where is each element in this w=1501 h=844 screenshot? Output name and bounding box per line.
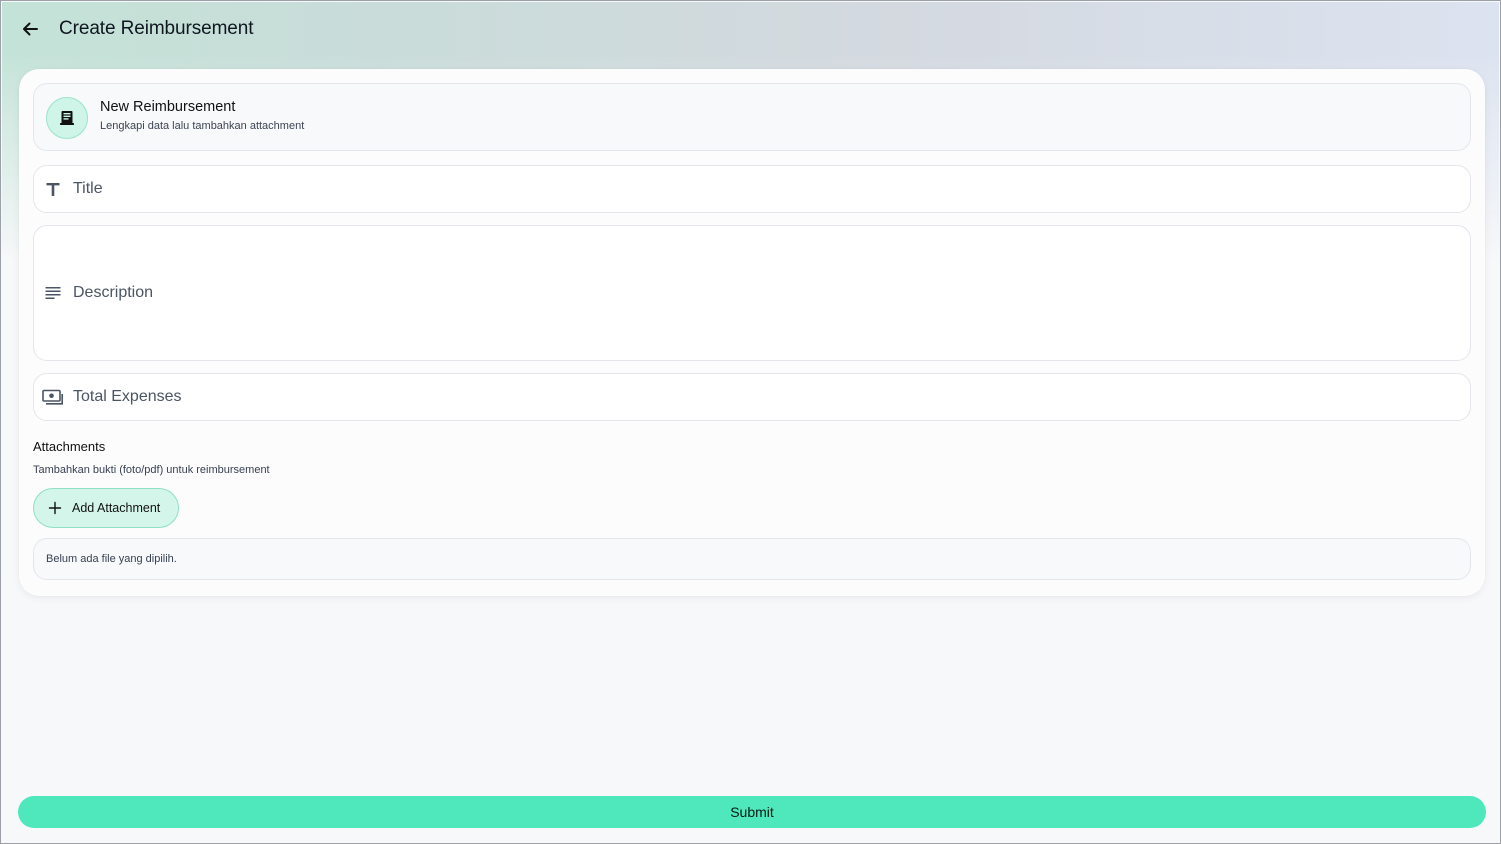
form-card: New Reimbursement Lengkapi data lalu tam…: [19, 69, 1485, 596]
empty-files-text: Belum ada file yang dipilih.: [46, 553, 177, 565]
submit-button[interactable]: Submit: [18, 796, 1486, 828]
intro-title: New Reimbursement: [100, 99, 236, 115]
description-field[interactable]: Description: [33, 225, 1471, 361]
app-frame: Create Reimbursement New Reimbursement L…: [0, 0, 1501, 844]
app-header: Create Reimbursement: [19, 11, 254, 47]
description-placeholder: Description: [73, 284, 154, 301]
page-title: Create Reimbursement: [59, 18, 254, 39]
title-field[interactable]: Title: [33, 165, 1471, 213]
back-button[interactable]: [19, 18, 41, 40]
attachments-heading: Attachments: [33, 439, 106, 454]
add-attachment-label: Add Attachment: [72, 501, 161, 515]
intro-subtitle: Lengkapi data lalu tambahkan attachment: [100, 120, 305, 132]
money-icon: [42, 386, 64, 408]
receipt-icon: [60, 111, 74, 125]
plus-icon: [48, 501, 62, 515]
receipt-avatar: [46, 97, 88, 139]
selected-files-box: Belum ada file yang dipilih.: [33, 538, 1471, 580]
title-placeholder: Title: [73, 180, 103, 197]
intro-banner: New Reimbursement Lengkapi data lalu tam…: [33, 83, 1471, 151]
attachments-subtitle: Tambahkan bukti (foto/pdf) untuk reimbur…: [33, 464, 270, 476]
arrow-left-icon: [23, 22, 38, 36]
total-expenses-placeholder: Total Expenses: [73, 388, 182, 405]
total-expenses-field[interactable]: Total Expenses: [33, 373, 1471, 421]
add-attachment-button[interactable]: Add Attachment: [33, 488, 179, 528]
text-t-icon: [42, 178, 64, 200]
lines-icon: [42, 282, 64, 304]
